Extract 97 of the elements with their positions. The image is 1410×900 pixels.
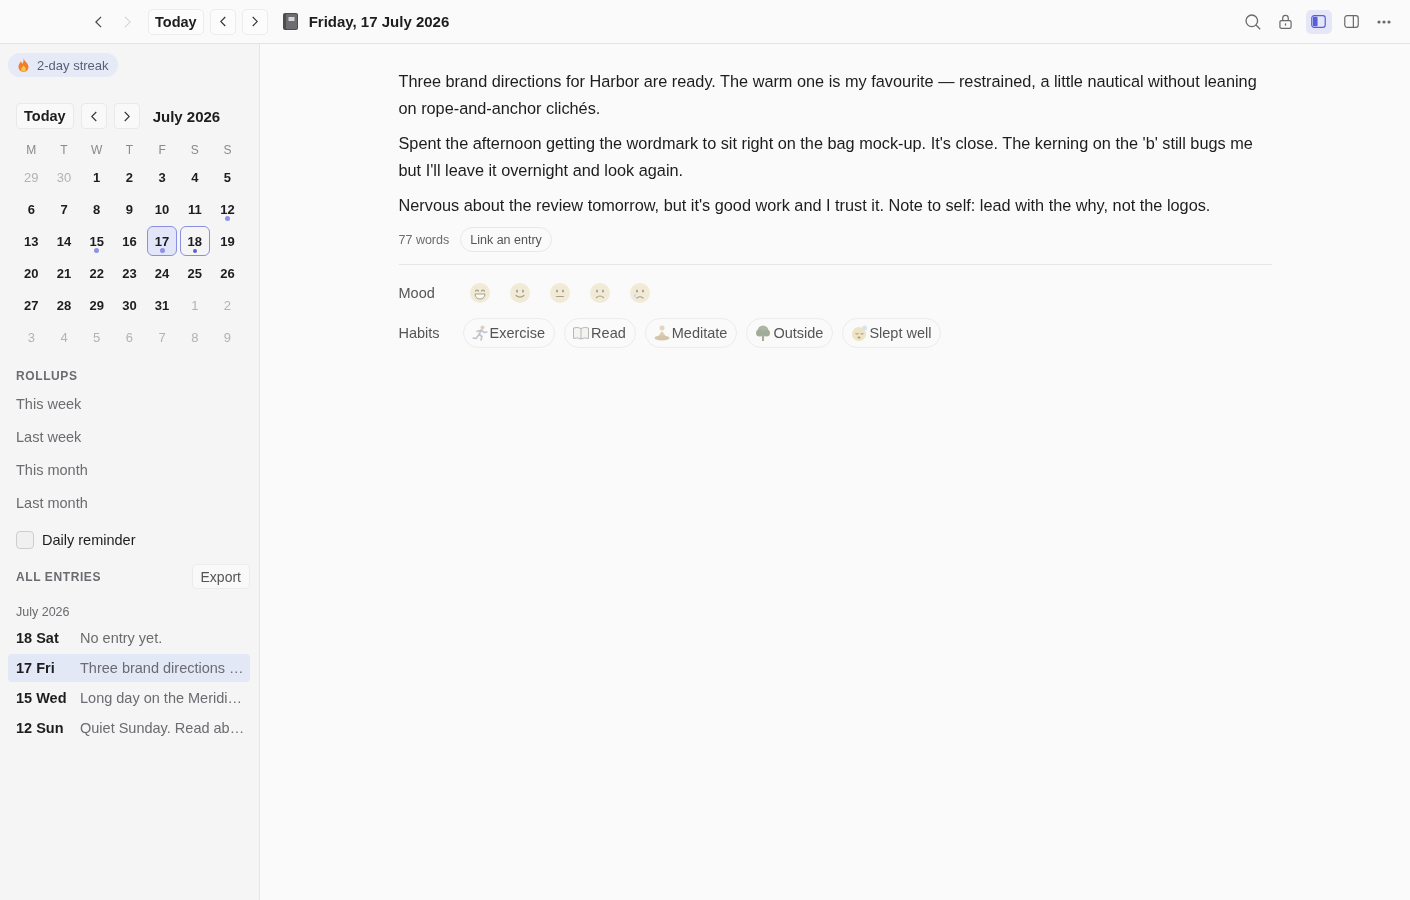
month-group-label: July 2026 [16, 604, 70, 620]
calendar-day[interactable]: 5 [212, 162, 243, 192]
entry-preview: Three brand directions … [80, 660, 244, 676]
streak-text: 2-day streak [37, 57, 109, 73]
calendar-day[interactable]: 10 [147, 194, 178, 224]
calendar-day[interactable]: 15 [81, 226, 112, 256]
tree-icon [755, 325, 772, 341]
right-panel-icon [1343, 15, 1359, 28]
neutral-face-icon[interactable] [549, 283, 570, 303]
rollup-link[interactable]: This week [16, 396, 82, 413]
running-figure-icon [471, 325, 488, 341]
rollups-heading: ROLLUPS [16, 369, 78, 383]
entry-date: 15 Wed [16, 690, 67, 706]
calendar-day[interactable]: 16 [114, 226, 145, 256]
rollup-link[interactable]: Last week [16, 429, 82, 446]
weekday-label: S [190, 143, 199, 157]
flame-icon [18, 58, 29, 72]
left-sidebar-toggle[interactable] [1305, 9, 1332, 34]
chevron-right-icon [123, 110, 130, 122]
calendar-day[interactable]: 8 [81, 194, 112, 224]
chevron-right-icon [251, 16, 258, 27]
left-panel-icon [1311, 15, 1327, 28]
calendar-day[interactable]: 25 [179, 258, 210, 288]
calendar-day[interactable]: 11 [179, 194, 210, 224]
grinning-face-icon[interactable] [469, 283, 490, 303]
calendar-day[interactable]: 7 [49, 194, 80, 224]
calendar-day[interactable]: 27 [16, 290, 47, 320]
calendar-day[interactable]: 4 [179, 162, 210, 192]
entry-date: 17 Fri [16, 660, 55, 676]
calendar-month-label: July 2026 [152, 107, 221, 125]
calendar-day[interactable]: 24 [147, 258, 178, 288]
rollup-link[interactable]: Last month [16, 495, 88, 512]
mood-label: Mood [398, 285, 435, 301]
export-button[interactable]: Export [191, 564, 250, 589]
search-icon [1245, 13, 1262, 30]
next-button[interactable] [241, 8, 268, 35]
weekday-label: T [125, 143, 134, 157]
calendar-day[interactable]: 19 [212, 226, 243, 256]
calendar-day[interactable]: 3 [147, 162, 178, 192]
word-count: 77 words [398, 232, 450, 247]
open-book-icon [573, 325, 590, 341]
smiling-face-icon[interactable] [509, 283, 530, 303]
previous-month-button[interactable] [80, 103, 107, 129]
next-month-button[interactable] [113, 103, 140, 129]
all-entries-heading: ALL ENTRIES [16, 569, 102, 584]
chevron-left-icon [90, 110, 97, 122]
reminder-checkbox[interactable] [16, 531, 34, 549]
weekday-label: T [60, 143, 68, 157]
entry-preview: Long day on the Meridi… [80, 690, 242, 706]
meditating-figure-icon [653, 325, 670, 341]
entry-date-title: Friday, 17 July 2026 [308, 13, 450, 30]
entry-row[interactable]: 17 Fri Three brand directions … [8, 654, 250, 682]
calendar-day[interactable]: 28 [49, 290, 80, 320]
weekday-label: W [91, 143, 103, 157]
calendar-day[interactable]: 23 [114, 258, 145, 288]
entry-paragraph: Three brand directions for Harbor are ready. The warm one is my favourite — restrained, a little nautical without leaning on rope-and-anchor clichés. [398, 71, 1258, 119]
calendar-day[interactable]: 1 [81, 162, 112, 192]
calendar-day[interactable]: 29 [81, 290, 112, 320]
calendar-day[interactable]: 14 [49, 226, 80, 256]
calendar-day[interactable]: 17 [147, 226, 178, 256]
frowning-face-icon[interactable] [589, 283, 610, 303]
entry-preview: No entry yet. [80, 630, 163, 646]
entry-paragraph: Nervous about the review tomorrow, but it's good work and I trust it. Note to self: lead with the why, not the logos. [398, 195, 1212, 216]
calendar-day[interactable]: 6 [16, 194, 47, 224]
sleeping-face-icon [851, 325, 868, 341]
previous-button[interactable] [209, 8, 236, 35]
ellipsis-icon [1377, 19, 1391, 24]
entry-date: 18 Sat [16, 630, 59, 646]
calendar-today-button[interactable]: Today [16, 103, 74, 129]
weekday-label: S [223, 143, 232, 157]
calendar-day[interactable]: 20 [16, 258, 47, 288]
reminder-label: Daily reminder [42, 532, 136, 548]
calendar-day[interactable]: 21 [49, 258, 80, 288]
crying-face-icon[interactable] [629, 283, 650, 303]
entry-row[interactable]: 12 Sun Quiet Sunday. Read ab… [8, 714, 250, 742]
calendar-day[interactable]: 30 [114, 290, 145, 320]
padlock-icon [1279, 14, 1293, 29]
entry-row[interactable]: 18 Sat No entry yet. [8, 624, 250, 652]
calendar-day[interactable]: 18 [179, 226, 210, 256]
entry-date: 12 Sun [16, 720, 64, 736]
calendar-day[interactable]: 13 [16, 226, 47, 256]
calendar-day[interactable]: 31 [147, 290, 178, 320]
calendar-day[interactable]: 22 [81, 258, 112, 288]
weekday-label: M [26, 143, 37, 157]
today-button[interactable]: Today [148, 8, 204, 35]
notebook-icon [282, 13, 298, 30]
entry-paragraph: Spent the afternoon getting the wordmark to sit right on the bag mock-up. It's close. The kerning on the 'b' still bugs me but I'll leave it overnight and look again. [398, 133, 1254, 181]
chevron-left-icon [219, 16, 226, 27]
calendar-day[interactable]: 26 [212, 258, 243, 288]
entry-preview: Quiet Sunday. Read ab… [80, 720, 245, 736]
habits-label: Habits [398, 325, 440, 341]
entry-row[interactable]: 15 Wed Long day on the Meridi… [8, 684, 250, 712]
calendar-day[interactable]: 12 [212, 194, 243, 224]
calendar-day[interactable]: 9 [114, 194, 145, 224]
weekday-label: F [158, 143, 166, 157]
rollup-link[interactable]: This month [16, 462, 88, 479]
calendar-day[interactable]: 2 [114, 162, 145, 192]
